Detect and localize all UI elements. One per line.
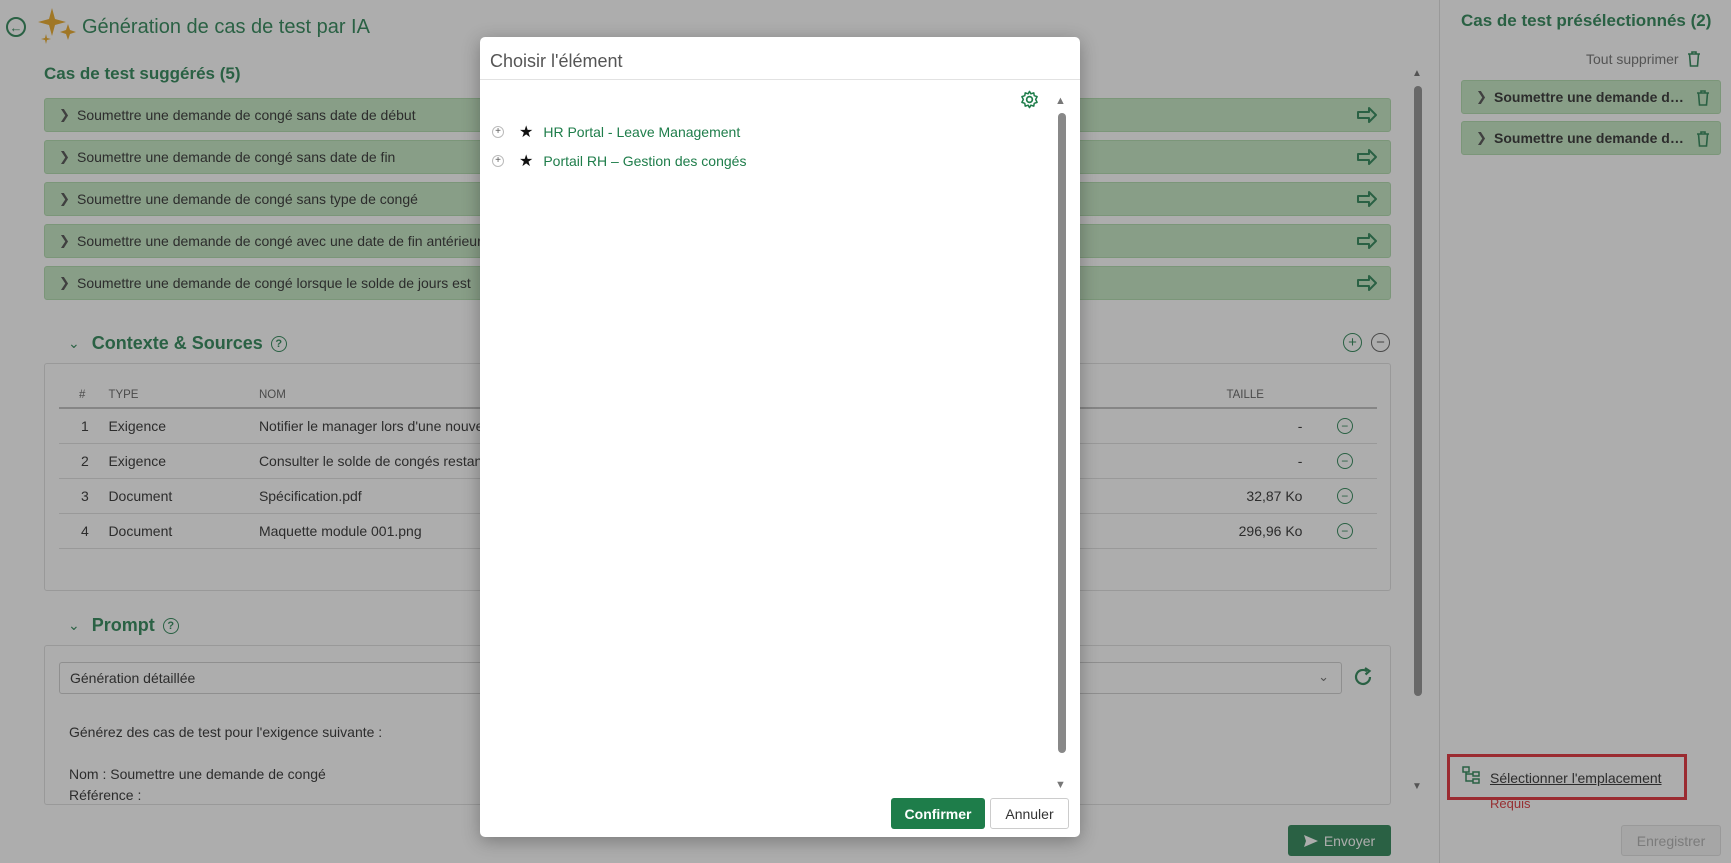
scroll-down-icon[interactable]: ▼	[1055, 779, 1066, 791]
tree-node-label[interactable]: Portail RH – Gestion des congés	[543, 153, 746, 169]
tree-node-label[interactable]: HR Portal - Leave Management	[543, 124, 740, 140]
expand-icon[interactable]: +	[492, 154, 504, 167]
gear-icon[interactable]	[1020, 90, 1039, 109]
expand-icon[interactable]: +	[492, 125, 504, 138]
dialog-scrollbar[interactable]: ▲ ▼	[1055, 95, 1069, 791]
scroll-thumb[interactable]	[1058, 113, 1066, 753]
tree-node[interactable]: + ★ HR Portal - Leave Management	[492, 117, 746, 146]
choose-element-dialog: Choisir l'élément + ★ HR Portal - Leave …	[480, 37, 1080, 837]
confirm-button[interactable]: Confirmer	[891, 798, 985, 829]
dialog-divider	[480, 79, 1080, 80]
cancel-button[interactable]: Annuler	[990, 798, 1069, 829]
element-tree: + ★ HR Portal - Leave Management + ★ Por…	[492, 117, 746, 175]
scroll-up-icon[interactable]: ▲	[1055, 95, 1066, 107]
app: ← Génération de cas de test par IA Cas d…	[0, 0, 1731, 863]
star-icon: ★	[519, 123, 534, 141]
dialog-title: Choisir l'élément	[490, 51, 623, 71]
tree-node[interactable]: + ★ Portail RH – Gestion des congés	[492, 146, 746, 175]
star-icon: ★	[519, 152, 534, 170]
